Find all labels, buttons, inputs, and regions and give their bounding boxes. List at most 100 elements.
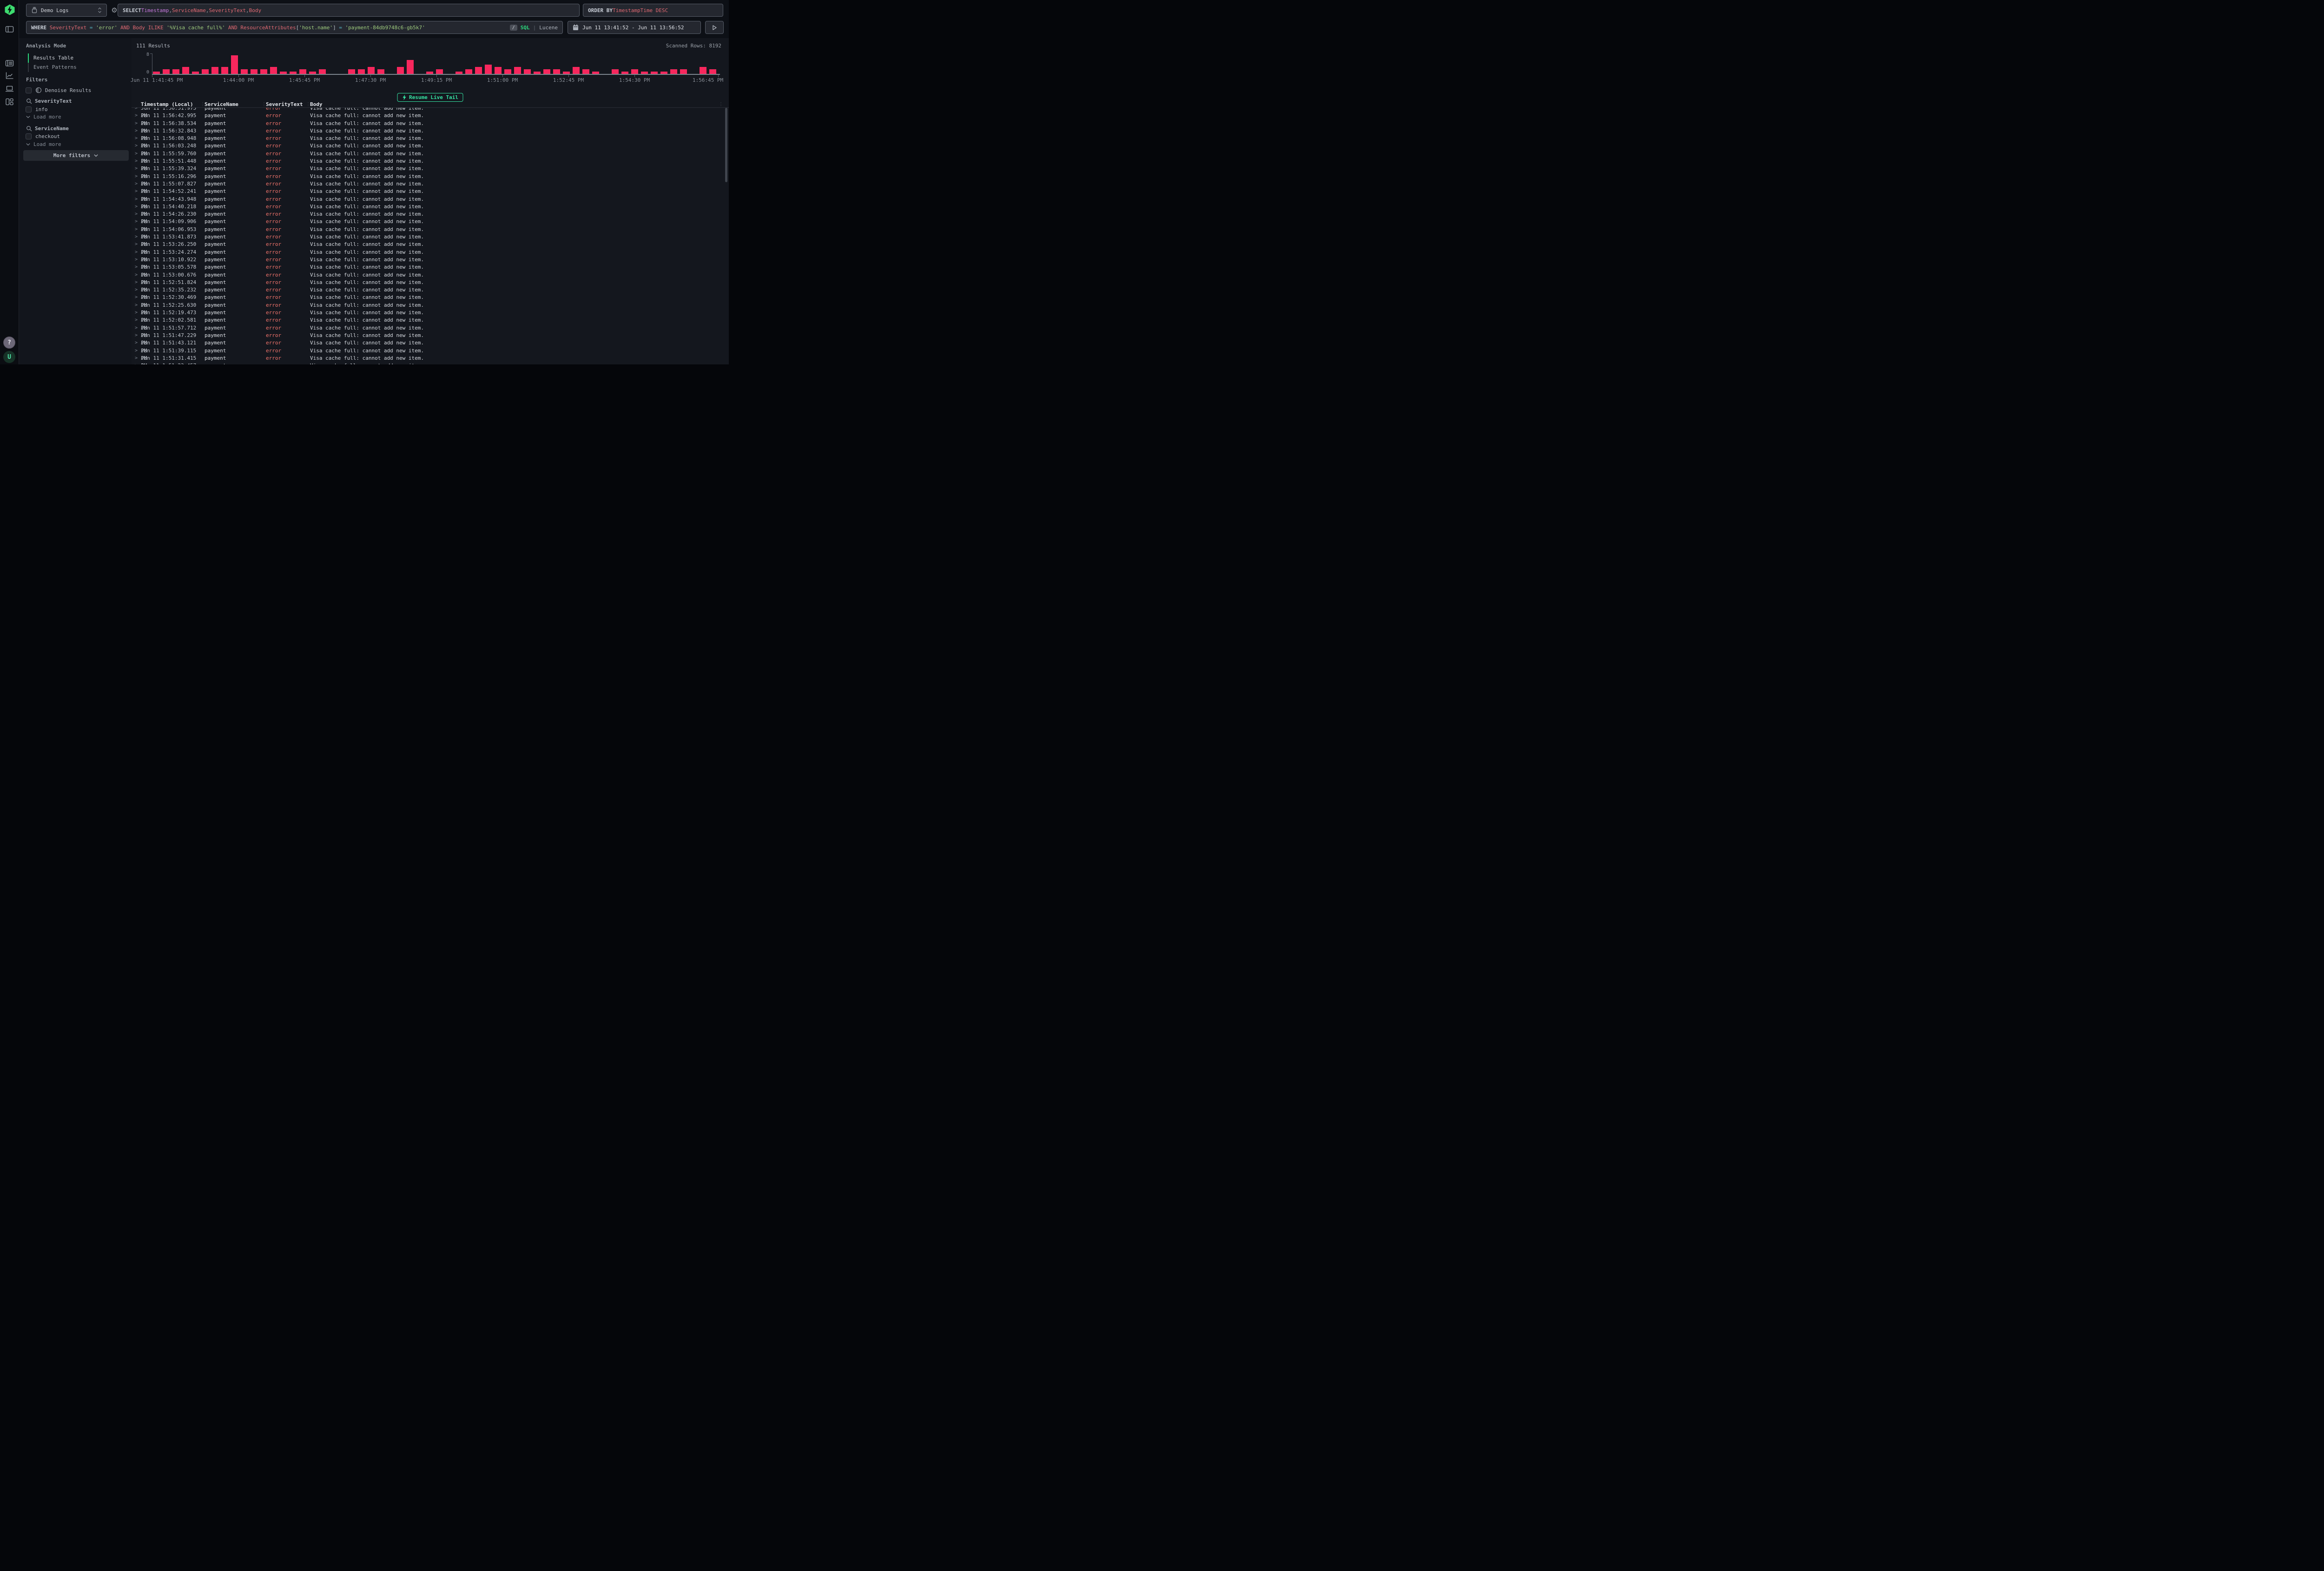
histogram-bar[interactable] [582, 69, 589, 74]
dashboards-icon[interactable] [5, 98, 14, 106]
histogram-bar[interactable] [631, 69, 638, 74]
table-row[interactable]: >Jun 11 1:51:31.415 PMpaymenterrorVisa c… [132, 355, 729, 362]
histogram-bar[interactable] [251, 69, 257, 74]
col-body[interactable]: Body [310, 101, 729, 107]
histogram-bar[interactable] [377, 69, 384, 74]
column-resize-handle[interactable]: ⋮ [306, 102, 310, 107]
filter-option-info[interactable]: info [26, 106, 48, 112]
where-query-input[interactable]: WHERE SeverityText = 'error' AND Body IL… [26, 21, 563, 34]
histogram-bar[interactable] [543, 69, 550, 74]
histogram-bar[interactable] [495, 67, 502, 74]
histogram-bar[interactable] [348, 69, 355, 74]
denoise-results-row[interactable]: Denoise Results [26, 87, 91, 93]
column-resize-handle[interactable]: ⋮ [262, 102, 266, 107]
table-row[interactable]: >Jun 11 1:53:00.676 PMpaymenterrorVisa c… [132, 271, 729, 279]
language-sql-tab[interactable]: SQL [521, 25, 530, 31]
table-row[interactable]: >Jun 11 1:54:43.948 PMpaymenterrorVisa c… [132, 196, 729, 203]
filter-group-severitytext[interactable]: SeverityText [26, 98, 72, 104]
table-scrollbar[interactable] [725, 108, 727, 182]
table-row[interactable]: >Jun 11 1:52:02.581 PMpaymenterrorVisa c… [132, 317, 729, 324]
table-row[interactable]: >Jun 11 1:54:09.906 PMpaymenterrorVisa c… [132, 218, 729, 225]
table-row[interactable]: >Jun 11 1:53:10.922 PMpaymenterrorVisa c… [132, 256, 729, 264]
denoise-checkbox[interactable] [26, 87, 32, 93]
histogram-bar[interactable] [709, 69, 716, 74]
load-more-servicename[interactable]: Load more [26, 141, 61, 147]
filter-option-checkout[interactable]: checkout [26, 133, 60, 139]
histogram-bar[interactable] [514, 67, 521, 74]
resume-live-tail-button[interactable]: Resume Live Tail [397, 93, 463, 102]
order-by-input[interactable]: ORDER BY TimestampTime DESC [583, 4, 723, 17]
table-row[interactable]: >Jun 11 1:54:26.230 PMpaymenterrorVisa c… [132, 211, 729, 218]
table-row[interactable]: >Jun 11 1:52:35.232 PMpaymenterrorVisa c… [132, 286, 729, 294]
histogram-bar[interactable] [221, 67, 228, 74]
sessions-icon[interactable] [5, 85, 14, 93]
chart-explorer-icon[interactable] [5, 72, 14, 80]
histogram-bar[interactable] [231, 55, 238, 74]
col-timestamp[interactable]: Timestamp (Local) [141, 101, 205, 107]
col-severitytext[interactable]: SeverityText [266, 101, 310, 107]
table-row[interactable]: >Jun 11 1:52:30.469 PMpaymenterrorVisa c… [132, 294, 729, 301]
language-lucene-tab[interactable]: Lucene [539, 25, 558, 31]
hyperdx-logo-icon[interactable] [4, 4, 15, 15]
histogram-bar[interactable] [172, 69, 179, 74]
mode-event-patterns[interactable]: Event Patterns [33, 63, 77, 72]
histogram-bar[interactable] [260, 69, 267, 74]
table-row[interactable]: >Jun 11 1:56:51.975 PMpaymenterrorVisa c… [132, 108, 729, 112]
table-row[interactable]: >Jun 11 1:51:43.121 PMpaymenterrorVisa c… [132, 339, 729, 347]
table-row[interactable]: >Jun 11 1:51:47.229 PMpaymenterrorVisa c… [132, 332, 729, 339]
table-row[interactable]: >Jun 11 1:52:25.630 PMpaymenterrorVisa c… [132, 302, 729, 309]
histogram-bar[interactable] [612, 69, 619, 74]
info-checkbox[interactable] [26, 106, 32, 112]
histogram-bar[interactable] [670, 69, 677, 74]
more-filters-button[interactable]: More filters [23, 150, 129, 161]
table-row[interactable]: >Jun 11 1:52:19.473 PMpaymenterrorVisa c… [132, 309, 729, 317]
table-row[interactable]: >Jun 11 1:52:51.824 PMpaymenterrorVisa c… [132, 279, 729, 286]
histogram-bar[interactable] [299, 69, 306, 74]
table-row[interactable]: >Jun 11 1:51:57.712 PMpaymenterrorVisa c… [132, 324, 729, 332]
table-row[interactable]: >Jun 11 1:54:40.218 PMpaymenterrorVisa c… [132, 203, 729, 211]
table-row[interactable]: >Jun 11 1:51:39.115 PMpaymenterrorVisa c… [132, 347, 729, 355]
histogram-bar[interactable] [524, 69, 531, 74]
table-row[interactable]: >Jun 11 1:54:06.953 PMpaymenterrorVisa c… [132, 226, 729, 233]
load-more-severitytext[interactable]: Load more [26, 114, 61, 120]
histogram-bar[interactable] [465, 69, 472, 74]
histogram-bar[interactable] [163, 69, 170, 74]
histogram-bar[interactable] [700, 67, 706, 74]
run-query-button[interactable] [705, 21, 724, 34]
source-select[interactable]: Demo Logs [26, 4, 107, 17]
table-row[interactable]: >Jun 11 1:55:51.448 PMpaymenterrorVisa c… [132, 158, 729, 165]
table-row[interactable]: >Jun 11 1:56:08.948 PMpaymenterrorVisa c… [132, 135, 729, 142]
table-options-icon[interactable]: ⋮ [719, 102, 723, 107]
mode-results-table[interactable]: Results Table [33, 53, 73, 63]
histogram-bar[interactable] [397, 67, 404, 74]
table-row[interactable]: >Jun 11 1:53:26.250 PMpaymenterrorVisa c… [132, 241, 729, 248]
histogram-bar[interactable] [573, 67, 580, 74]
search-logs-icon[interactable] [5, 59, 14, 68]
panel-toggle-icon[interactable] [5, 25, 14, 34]
col-servicename[interactable]: ServiceName [205, 101, 266, 107]
histogram-bar[interactable] [211, 67, 218, 74]
histogram-bar[interactable] [475, 67, 482, 74]
column-resize-handle[interactable]: ⋮ [200, 102, 205, 107]
table-row[interactable]: >Jun 11 1:55:39.324 PMpaymenterrorVisa c… [132, 165, 729, 172]
table-row[interactable]: >Jun 11 1:56:32.843 PMpaymenterrorVisa c… [132, 127, 729, 135]
table-row[interactable]: >Jun 11 1:56:42.995 PMpaymenterrorVisa c… [132, 112, 729, 119]
histogram-bar[interactable] [182, 67, 189, 74]
select-query-input[interactable]: SELECT Timestamp, ServiceName, SeverityT… [118, 4, 580, 17]
help-button[interactable]: ? [3, 337, 15, 349]
table-row[interactable]: >Jun 11 1:53:05.578 PMpaymenterrorVisa c… [132, 264, 729, 271]
table-row[interactable]: >Jun 11 1:55:07.827 PMpaymenterrorVisa c… [132, 180, 729, 188]
histogram-bar[interactable] [553, 69, 560, 74]
histogram-bar[interactable] [202, 69, 209, 74]
table-row[interactable]: >Jun 11 1:55:16.296 PMpaymenterrorVisa c… [132, 173, 729, 180]
table-row[interactable]: >Jun 11 1:56:03.248 PMpaymenterrorVisa c… [132, 142, 729, 150]
table-row[interactable]: >Jun 11 1:53:41.873 PMpaymenterrorVisa c… [132, 233, 729, 241]
histogram-bar[interactable] [680, 69, 687, 74]
histogram-bar[interactable] [407, 60, 414, 74]
checkout-checkbox[interactable] [26, 133, 32, 139]
table-row[interactable]: >Jun 11 1:56:38.534 PMpaymenterrorVisa c… [132, 120, 729, 127]
histogram-bar[interactable] [436, 69, 443, 74]
time-range-picker[interactable]: Jun 11 13:41:52 - Jun 11 13:56:52 [568, 21, 701, 34]
table-row[interactable]: >Jun 11 1:54:52.241 PMpaymenterrorVisa c… [132, 188, 729, 195]
table-row[interactable]: >Jun 11 1:55:59.760 PMpaymenterrorVisa c… [132, 150, 729, 158]
